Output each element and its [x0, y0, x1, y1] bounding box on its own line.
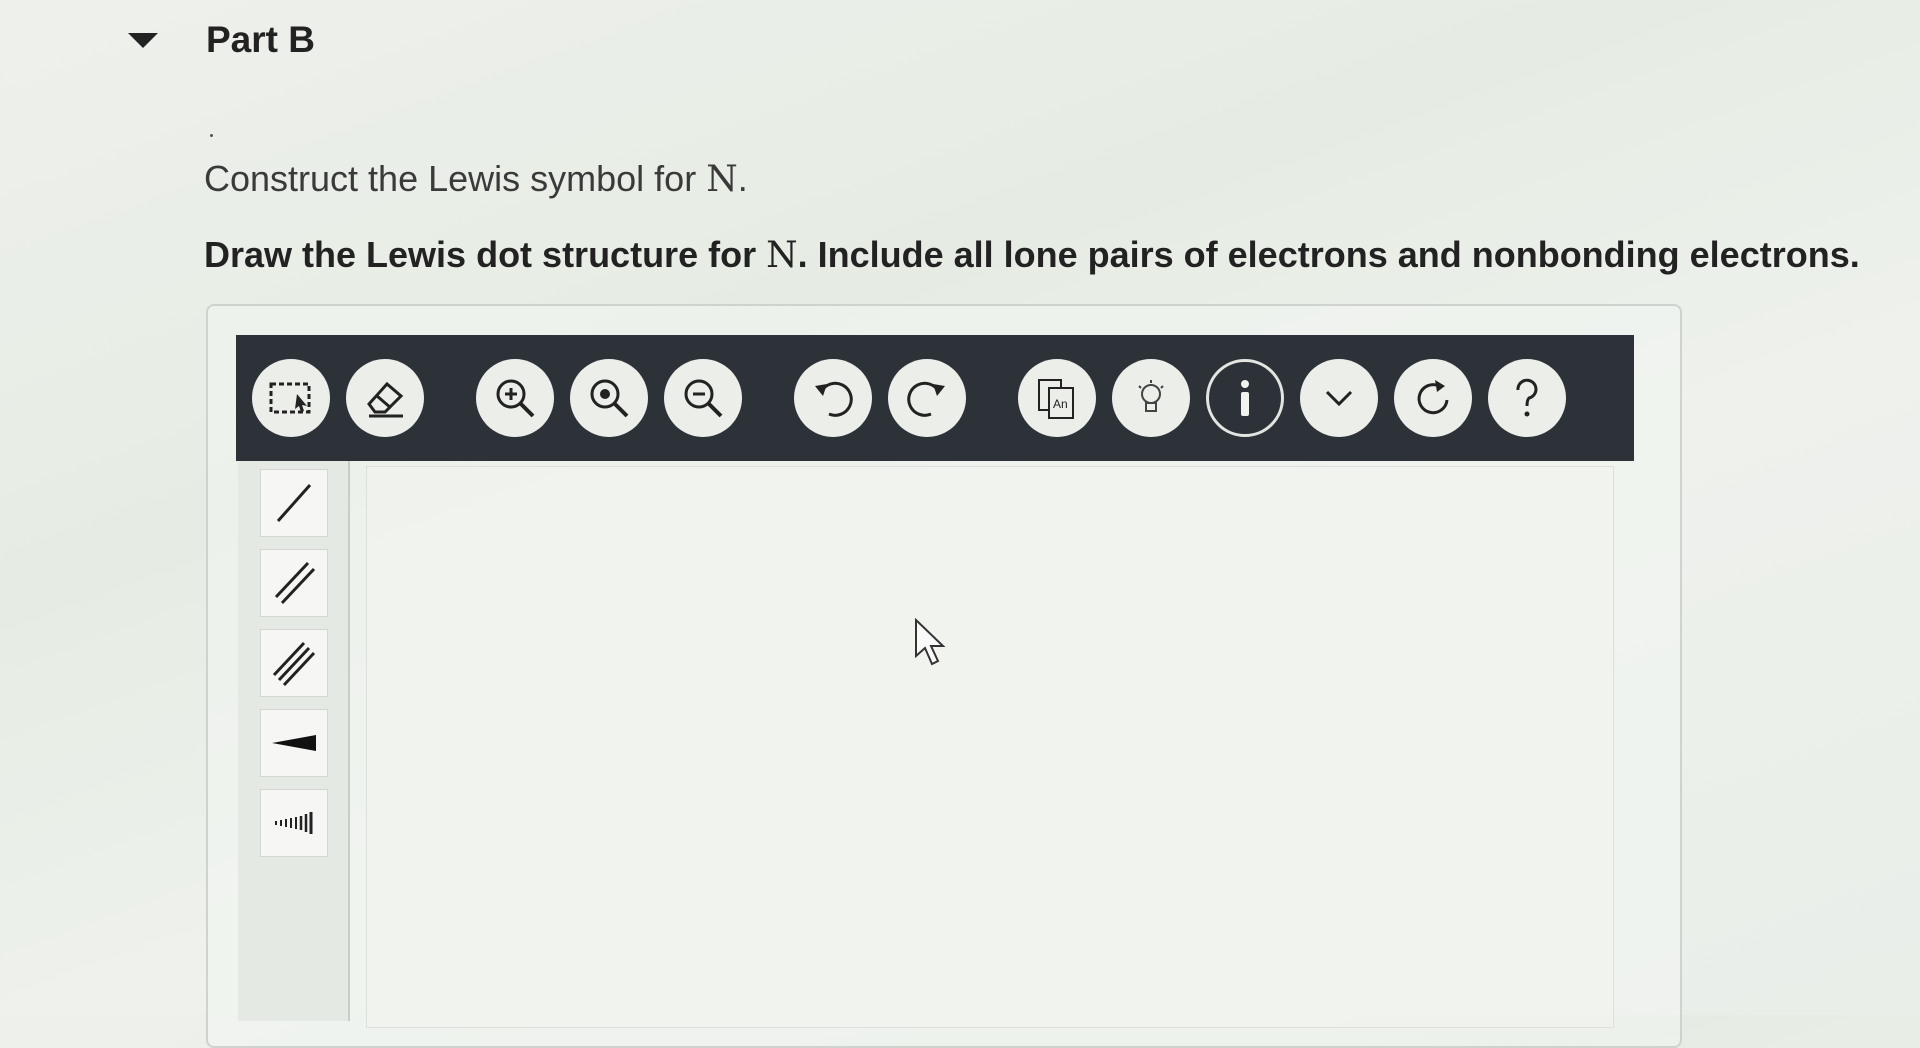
reset-icon [1417, 380, 1449, 415]
select-icon [269, 382, 311, 414]
hint-icon [1138, 380, 1164, 412]
help-icon [1516, 378, 1538, 417]
info-button[interactable] [1206, 359, 1284, 437]
zoom-in-button[interactable] [476, 359, 554, 437]
stray-dot [210, 134, 213, 137]
hint-button[interactable] [1112, 359, 1190, 437]
mouse-cursor-icon [915, 618, 946, 666]
wedge-bond-icon [272, 735, 316, 751]
reset-button[interactable] [1394, 359, 1472, 437]
element-symbol: N [706, 159, 738, 200]
bond-tool-panel [238, 461, 350, 1021]
eraser-tool-button[interactable] [346, 359, 424, 437]
bold-element-symbol: N [766, 235, 798, 276]
triple-bond-button[interactable] [260, 629, 328, 697]
eraser-icon [367, 381, 404, 418]
drawing-toolbar: An [236, 335, 1634, 461]
hash-bond-icon [275, 812, 313, 834]
hash-bond-button[interactable] [260, 789, 328, 857]
instruction-text: Construct the Lewis symbol for N. [204, 158, 748, 200]
part-title: Part B [206, 19, 315, 60]
undo-icon [815, 381, 853, 417]
zoom-reset-icon [590, 379, 629, 418]
collapse-caret-icon[interactable] [128, 32, 158, 48]
zoom-reset-button[interactable] [570, 359, 648, 437]
zoom-out-icon [684, 379, 723, 418]
select-tool-button[interactable] [252, 359, 330, 437]
wedge-bond-button[interactable] [260, 709, 328, 777]
drawing-canvas[interactable] [366, 466, 1614, 1028]
expand-icon [1325, 390, 1353, 407]
triple-bond-icon [272, 641, 316, 687]
part-header[interactable]: Part B [128, 18, 315, 62]
template-label: An [1053, 397, 1068, 411]
redo-button[interactable] [888, 359, 966, 437]
info-icon [1241, 380, 1249, 416]
template-icon: An [1038, 379, 1074, 419]
single-bond-icon [276, 484, 312, 522]
double-bond-button[interactable] [260, 549, 328, 617]
zoom-in-icon [496, 379, 535, 418]
template-button[interactable]: An [1018, 359, 1096, 437]
expand-button[interactable] [1300, 359, 1378, 437]
double-bond-icon [274, 561, 316, 605]
zoom-out-button[interactable] [664, 359, 742, 437]
undo-button[interactable] [794, 359, 872, 437]
single-bond-button[interactable] [260, 469, 328, 537]
bold-instruction-text: Draw the Lewis dot structure for N. Incl… [204, 234, 1860, 276]
redo-icon [907, 381, 945, 417]
help-button[interactable] [1488, 359, 1566, 437]
